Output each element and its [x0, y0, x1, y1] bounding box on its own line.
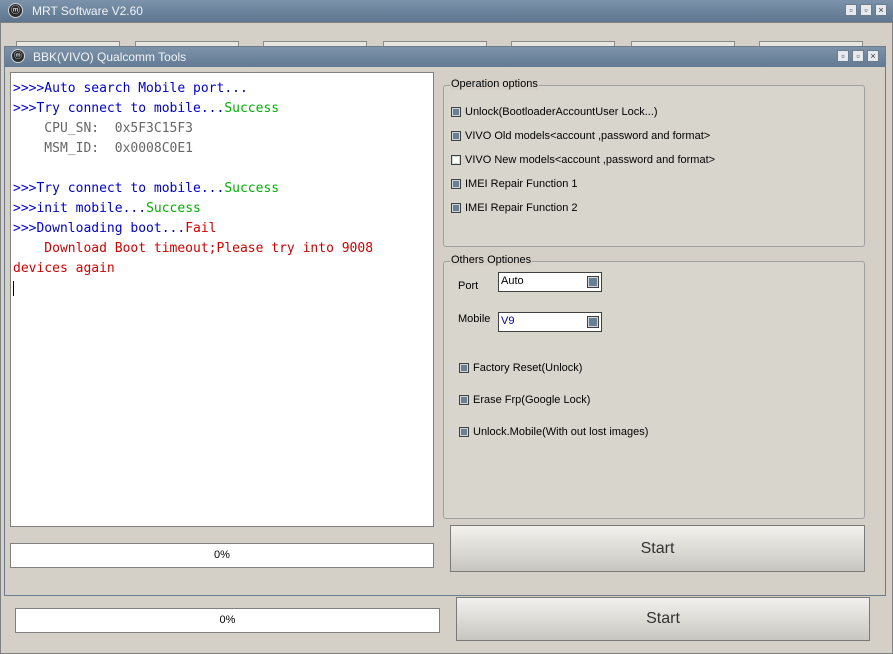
port-label: Port — [458, 280, 479, 292]
mobile-label: Mobile — [458, 313, 491, 325]
option-label: IMEI Repair Function 2 — [465, 202, 578, 214]
log-segment: MSM_ID: 0x0008C0E1 — [13, 141, 194, 156]
log-segment: devices again — [13, 261, 115, 276]
option-checkbox-row[interactable]: Factory Reset(Unlock) — [459, 362, 582, 374]
log-segment: >>>Try connect to mobile... — [13, 101, 225, 116]
port-select[interactable]: Auto — [498, 272, 602, 292]
outer-progress-bar: 0% — [15, 608, 440, 633]
log-segment: Success — [224, 181, 280, 196]
option-checkbox-row[interactable]: VIVO New models<account ,password and fo… — [451, 154, 715, 166]
outer-start-button[interactable]: Start — [456, 597, 870, 641]
checkbox[interactable] — [459, 427, 469, 437]
mobile-value: V9 — [501, 315, 515, 327]
log-line: >>>Downloading boot...Fail — [13, 219, 433, 239]
mrt-logo-icon: ⓜ — [11, 49, 25, 63]
log-segment: Fail — [185, 221, 217, 236]
log-line: devices again — [13, 259, 433, 279]
log-segment: Download Boot timeout;Please try into 90… — [13, 241, 374, 256]
option-checkbox-row[interactable]: VIVO Old models<account ,password and fo… — [451, 130, 710, 142]
inner-progress-bar: 0% — [10, 543, 434, 568]
option-label: Factory Reset(Unlock) — [473, 362, 583, 374]
log-line: CPU_SN: 0x5F3C15F3 — [13, 119, 433, 139]
minimize-icon[interactable]: ▫ — [837, 50, 849, 62]
log-segment: CPU_SN: 0x5F3C15F3 — [13, 121, 194, 136]
close-icon[interactable]: × — [875, 4, 887, 16]
log-segment: Success — [146, 201, 201, 216]
option-label: Unlock.Mobile(With out lost images) — [473, 426, 649, 438]
inner-titlebar: ⓜ BBK(VIVO) Qualcomm Tools ▫ ▫ × — [5, 47, 885, 67]
option-label: VIVO New models<account ,password and fo… — [465, 154, 716, 166]
log-line: >>>Try connect to mobile...Success — [13, 99, 433, 119]
option-label: Erase Frp(Google Lock) — [473, 394, 591, 406]
others-options-legend: Others Optiones — [450, 254, 533, 266]
outer-window-controls: ▫ ▫ × — [845, 4, 887, 16]
outer-progress-text: 0% — [219, 614, 236, 626]
log-output[interactable]: >>>>Auto search Mobile port... >>>Try con… — [10, 72, 434, 527]
checkbox[interactable] — [459, 395, 469, 405]
log-cursor-line — [13, 279, 433, 299]
log-line: Download Boot timeout;Please try into 90… — [13, 239, 433, 259]
operation-options-legend: Operation options — [450, 78, 539, 90]
option-label: VIVO Old models<account ,password and fo… — [465, 130, 711, 142]
option-checkbox-row[interactable]: Unlock(BootloaderAccountUser Lock...) — [451, 106, 658, 118]
inner-progress-text: 0% — [214, 549, 230, 561]
dropdown-icon[interactable] — [587, 276, 599, 288]
outer-window-title: MRT Software V2.60 — [32, 4, 143, 18]
checkbox[interactable] — [451, 107, 461, 117]
mobile-select[interactable]: V9 — [498, 312, 602, 332]
option-label: Unlock(BootloaderAccountUser Lock...) — [465, 106, 658, 118]
option-label: IMEI Repair Function 1 — [465, 178, 578, 190]
inner-window-controls: ▫ ▫ × — [837, 50, 879, 62]
log-segment: >>>>Auto search Mobile port... — [13, 81, 248, 96]
maximize-icon[interactable]: ▫ — [852, 50, 864, 62]
option-checkbox-row[interactable]: IMEI Repair Function 1 — [451, 178, 578, 190]
operation-options-group: Operation options Unlock(BootloaderAccou… — [443, 78, 865, 247]
option-checkbox-row[interactable]: Erase Frp(Google Lock) — [459, 394, 590, 406]
inner-start-button[interactable]: Start — [450, 525, 865, 572]
inner-window-title: BBK(VIVO) Qualcomm Tools — [33, 50, 187, 64]
checkbox[interactable] — [451, 155, 461, 165]
log-segment: >>>Try connect to mobile... — [13, 181, 225, 196]
log-segment: Success — [224, 101, 280, 116]
option-checkbox-row[interactable]: IMEI Repair Function 2 — [451, 202, 578, 214]
others-options-group: Others Optiones Port Auto Mobile V9 Fact… — [443, 254, 865, 519]
text-caret — [13, 281, 14, 296]
log-line: MSM_ID: 0x0008C0E1 — [13, 139, 433, 159]
dropdown-icon[interactable] — [587, 316, 599, 328]
log-segment: >>>init mobile... — [13, 201, 147, 216]
checkbox[interactable] — [459, 363, 469, 373]
log-line: >>>>Auto search Mobile port... — [13, 79, 433, 99]
minimize-icon[interactable]: ▫ — [845, 4, 857, 16]
log-segment: >>>Downloading boot... — [13, 221, 186, 236]
port-value: Auto — [501, 275, 524, 287]
log-line: >>>Try connect to mobile...Success — [13, 179, 433, 199]
inner-window: ⓜ BBK(VIVO) Qualcomm Tools ▫ ▫ × >>>>Aut… — [4, 46, 886, 596]
mrt-logo-icon: ⓜ — [8, 3, 23, 18]
outer-titlebar: ⓜ MRT Software V2.60 ▫ ▫ × — [0, 0, 893, 22]
checkbox[interactable] — [451, 179, 461, 189]
checkbox[interactable] — [451, 131, 461, 141]
checkbox[interactable] — [451, 203, 461, 213]
close-icon[interactable]: × — [867, 50, 879, 62]
option-checkbox-row[interactable]: Unlock.Mobile(With out lost images) — [459, 426, 648, 438]
maximize-icon[interactable]: ▫ — [860, 4, 872, 16]
log-line: >>>init mobile...Success — [13, 199, 433, 219]
